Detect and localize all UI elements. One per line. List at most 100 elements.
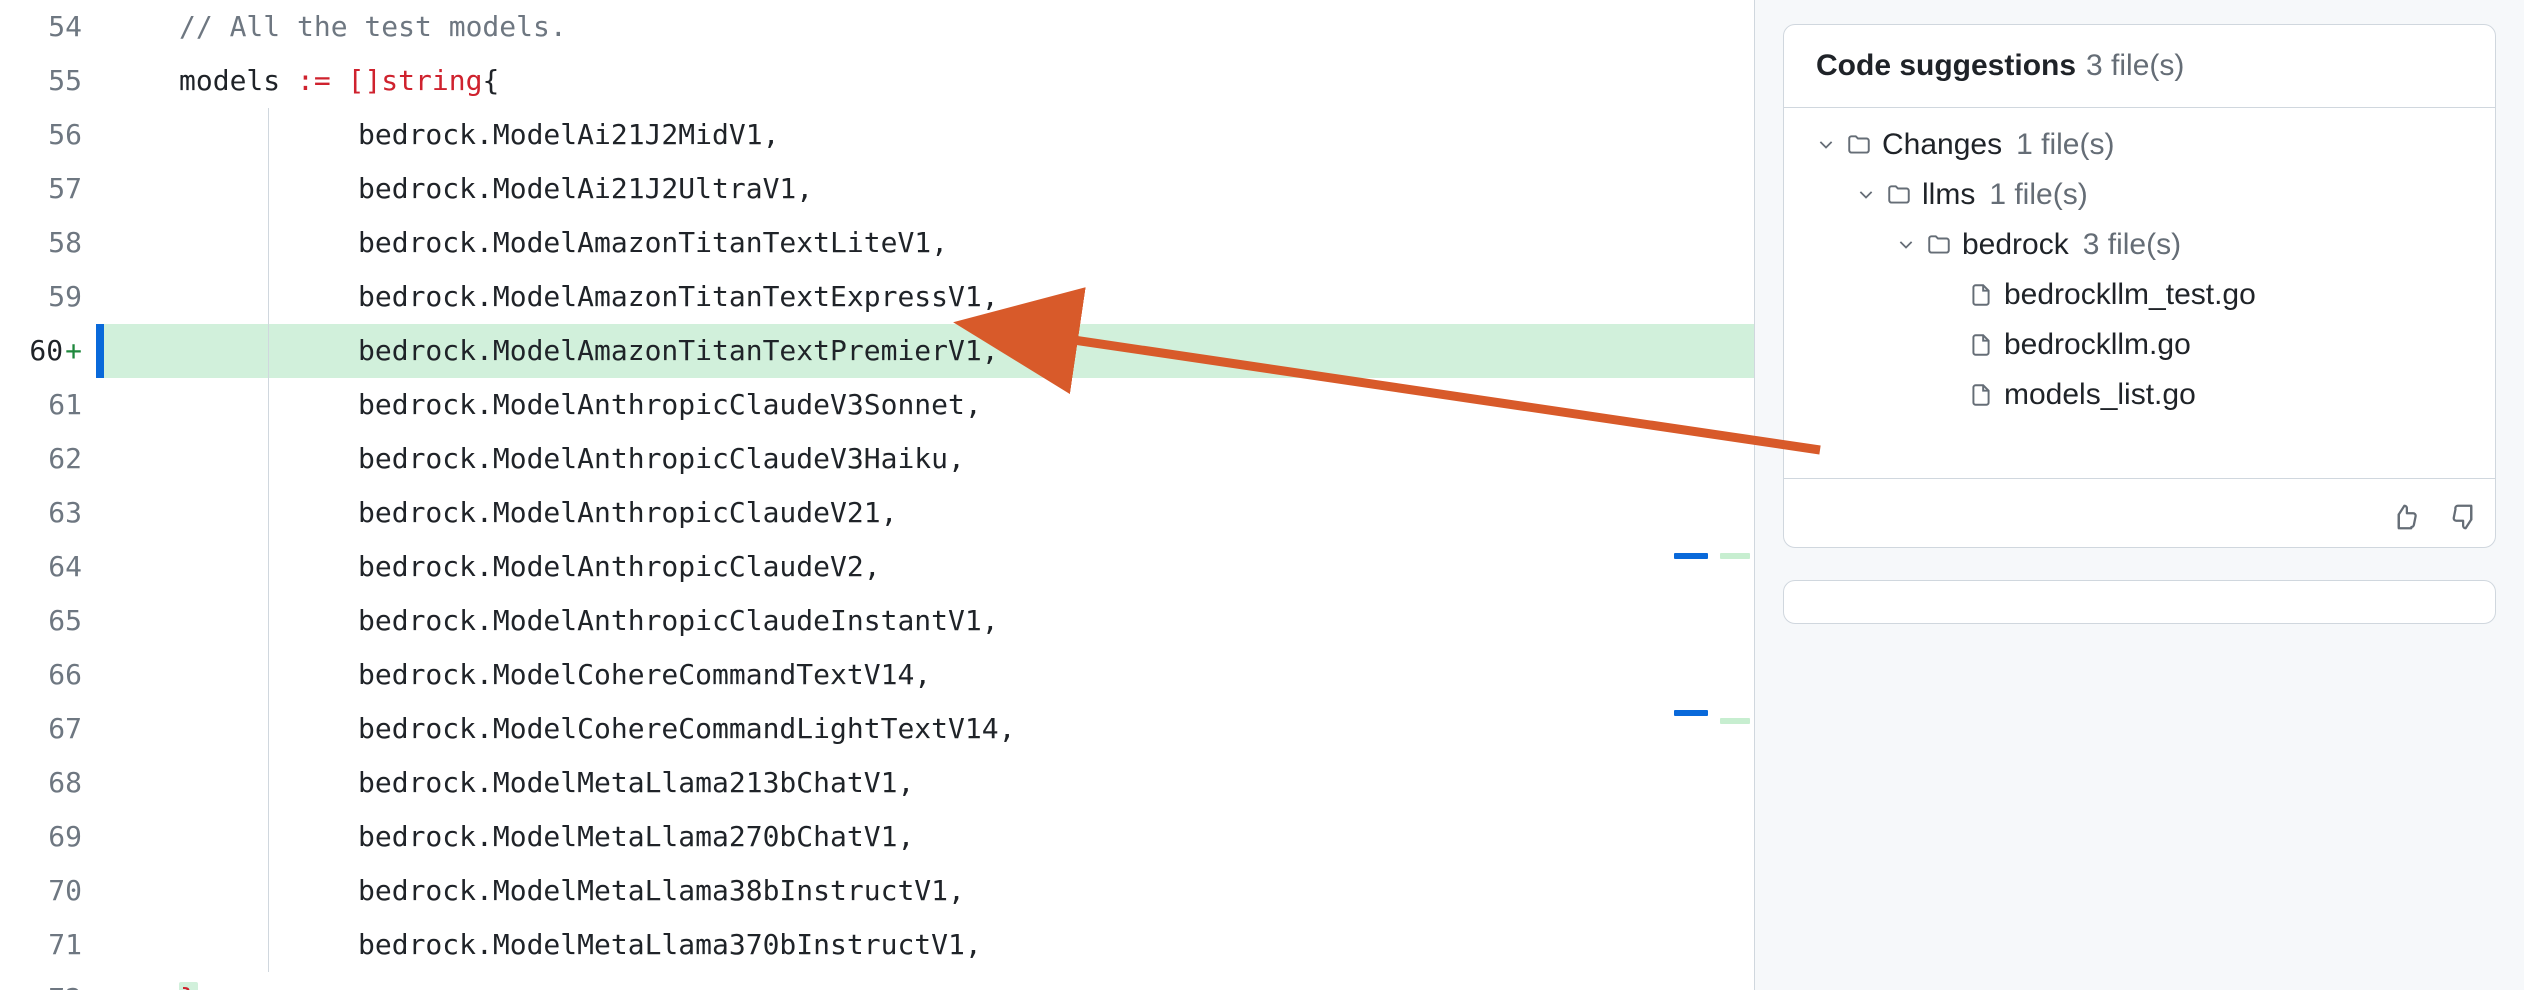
code-content: bedrock.ModelAnthropicClaudeV3Haiku, [104, 432, 1754, 486]
indent-guide [268, 810, 269, 864]
code-tokens: bedrock.ModelAnthropicClaudeV3Sonnet, [358, 378, 982, 432]
change-bar [96, 54, 104, 108]
line-number: 59 [0, 270, 96, 324]
tree-meta: 1 file(s) [1989, 178, 2087, 212]
code-content: bedrock.ModelAnthropicClaudeV3Sonnet, [104, 378, 1754, 432]
indent-guide [178, 162, 179, 216]
change-bar [96, 810, 104, 864]
tree-label: llms [1922, 178, 1975, 212]
code-line[interactable]: 55models := []string{ [0, 54, 1754, 108]
code-diff-panel: 54// All the test models.55models := []s… [0, 0, 1754, 990]
card-file-count: 3 file(s) [2086, 49, 2184, 83]
folder-icon [1846, 132, 1872, 158]
folder-icon [1886, 182, 1912, 208]
indent-guide [268, 108, 269, 162]
code-suggestions-card: Code suggestions 3 file(s) Changes1 file… [1783, 24, 2496, 548]
code-line[interactable]: 63bedrock.ModelAnthropicClaudeV21, [0, 486, 1754, 540]
line-number: 55 [0, 54, 96, 108]
tree-folder[interactable]: bedrock3 file(s) [1798, 220, 2481, 270]
indent-guide [268, 756, 269, 810]
code-content: bedrock.ModelAnthropicClaudeV21, [104, 486, 1754, 540]
divider [1784, 478, 2495, 479]
sidebar: Code suggestions 3 file(s) Changes1 file… [1754, 0, 2524, 990]
code-content: // All the test models. [104, 0, 1754, 54]
line-number: 67 [0, 702, 96, 756]
code-line[interactable]: 64 bedrock.ModelAnthropicClaudeV2, [0, 540, 1754, 594]
code-line[interactable]: 69bedrock.ModelMetaLlama270bChatV1, [0, 810, 1754, 864]
indent-guide [268, 270, 269, 324]
code-line[interactable]: 67 bedrock.ModelCohereCommandLightTextV14… [0, 702, 1754, 756]
thumbs-up-icon [2390, 502, 2420, 532]
change-bar [96, 162, 104, 216]
line-number: 63 [0, 486, 96, 540]
code-content: bedrock.ModelMetaLlama213bChatV1, [104, 756, 1754, 810]
line-number: 57 [0, 162, 96, 216]
indent-guide [268, 162, 269, 216]
tree-file[interactable]: bedrockllm.go [1798, 320, 2481, 370]
line-number: 71 [0, 918, 96, 972]
change-bar [96, 432, 104, 486]
code-content: bedrock.ModelAmazonTitanTextLiteV1, [104, 216, 1754, 270]
indent-guide [268, 216, 269, 270]
change-bar [96, 216, 104, 270]
code-line[interactable]: 58bedrock.ModelAmazonTitanTextLiteV1, [0, 216, 1754, 270]
change-bar [96, 702, 104, 756]
code-content: } [104, 972, 1754, 990]
tree-file[interactable]: bedrockllm_test.go [1798, 270, 2481, 320]
indent-guide [268, 864, 269, 918]
code-line[interactable]: 68bedrock.ModelMetaLlama213bChatV1, [0, 756, 1754, 810]
code-tokens: bedrock.ModelCohereCommandLightTextV14, [358, 702, 1015, 756]
file-tree: Changes1 file(s) llms 1 file(s) bedrock3 fi… [1784, 108, 2495, 452]
code-line[interactable]: 56bedrock.ModelAi21J2MidV1, [0, 108, 1754, 162]
tree-file[interactable]: models_list.go [1798, 370, 2481, 420]
code-line[interactable]: 54// All the test models. [0, 0, 1754, 54]
code-line[interactable]: 66bedrock.ModelCohereCommandTextV14, [0, 648, 1754, 702]
code-line[interactable]: 62bedrock.ModelAnthropicClaudeV3Haiku, [0, 432, 1754, 486]
line-number: 56 [0, 108, 96, 162]
thumbs-down-icon [2450, 502, 2480, 532]
code-line[interactable]: 59bedrock.ModelAmazonTitanTextExpressV1, [0, 270, 1754, 324]
change-bar [96, 540, 104, 594]
code-tokens: bedrock.ModelMetaLlama370bInstructV1, [358, 918, 982, 972]
code-line[interactable]: 71 bedrock.ModelMetaLlama370bInstructV1, [0, 918, 1754, 972]
code-tokens: bedrock.ModelMetaLlama38bInstructV1, [358, 864, 965, 918]
code-content: bedrock.ModelMetaLlama270bChatV1, [104, 810, 1754, 864]
tree-folder[interactable]: llms 1 file(s) [1798, 170, 2481, 220]
code-tokens: // All the test models. [179, 0, 567, 54]
code-content: bedrock.ModelAmazonTitanTextExpressV1, [104, 270, 1754, 324]
indent-guide [268, 378, 269, 432]
line-number: 65 [0, 594, 96, 648]
reaction-bar [1784, 497, 2495, 547]
code-line[interactable]: 72} [0, 972, 1754, 990]
tree-label: bedrockllm.go [2004, 328, 2191, 362]
line-number: 64 [0, 540, 96, 594]
code-lines: 54// All the test models.55models := []s… [0, 0, 1754, 990]
code-tokens: bedrock.ModelMetaLlama213bChatV1, [358, 756, 914, 810]
indent-guide [268, 324, 269, 378]
code-content: bedrock.ModelCohereCommandTextV14, [104, 648, 1754, 702]
thumbs-down-button[interactable] [2445, 497, 2485, 537]
code-tokens: bedrock.ModelAnthropicClaudeInstantV1, [358, 594, 999, 648]
tree-folder[interactable]: Changes1 file(s) [1798, 120, 2481, 170]
change-bar [96, 378, 104, 432]
thumbs-up-button[interactable] [2385, 497, 2425, 537]
code-content: bedrock.ModelAnthropicClaudeV2, [104, 540, 1754, 594]
indent-guide [178, 810, 179, 864]
code-line[interactable]: 65 bedrock.ModelAnthropicClaudeInstantV1, [0, 594, 1754, 648]
change-bar [96, 486, 104, 540]
line-number: 66 [0, 648, 96, 702]
indent-guide [178, 324, 179, 378]
code-line[interactable]: 70bedrock.ModelMetaLlama38bInstructV1, [0, 864, 1754, 918]
change-bar [96, 594, 104, 648]
change-bar [96, 972, 104, 990]
code-line[interactable]: 61bedrock.ModelAnthropicClaudeV3Sonnet, [0, 378, 1754, 432]
code-line[interactable]: 60+bedrock.ModelAmazonTitanTextPremierV1… [0, 324, 1754, 378]
code-tokens: bedrock.ModelAnthropicClaudeV2, [358, 540, 881, 594]
code-content: bedrock.ModelMetaLlama38bInstructV1, [104, 864, 1754, 918]
line-number: 72 [0, 972, 96, 990]
file-icon [1968, 382, 1994, 408]
code-line[interactable]: 57bedrock.ModelAi21J2UltraV1, [0, 162, 1754, 216]
indent-guide [178, 756, 179, 810]
indent-guide [178, 702, 179, 756]
indent-guide [178, 432, 179, 486]
